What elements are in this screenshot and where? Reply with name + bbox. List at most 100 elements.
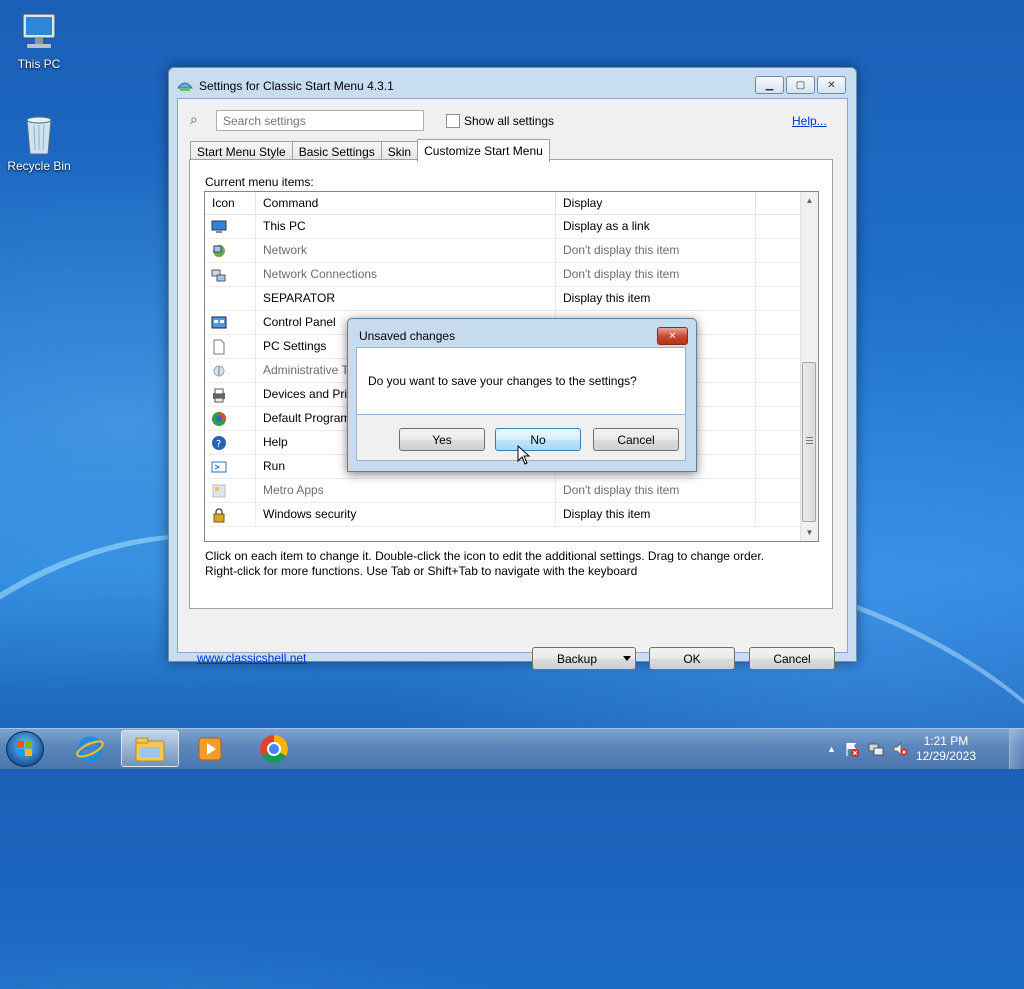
list-item-icon-cell[interactable] (205, 215, 256, 238)
windows-logo-icon (17, 741, 32, 756)
dialog-close-button[interactable]: ✕ (657, 327, 688, 345)
ok-button[interactable]: OK (649, 647, 735, 670)
list-item-command[interactable]: Network Connections (256, 263, 556, 286)
tab-customize-start-menu[interactable]: Customize Start Menu (417, 139, 550, 162)
network-icon (213, 244, 225, 257)
list-item-command[interactable]: This PC (256, 215, 556, 238)
list-item-icon-cell[interactable] (205, 383, 256, 406)
minimize-button[interactable]: ▁ (755, 76, 784, 94)
list-item[interactable]: Network Don't display this item (205, 239, 801, 263)
list-item-blank (756, 479, 801, 502)
column-header-display[interactable]: Display (556, 192, 756, 214)
list-item[interactable]: This PC Display as a link (205, 215, 801, 239)
checkbox-box[interactable] (446, 114, 460, 128)
desktop-icon-label: This PC (17, 57, 61, 71)
scrollbar-thumb[interactable] (802, 362, 816, 522)
show-all-settings-checkbox[interactable]: Show all settings (446, 114, 554, 128)
backup-button[interactable]: Backup (532, 647, 636, 670)
search-input[interactable] (216, 110, 424, 131)
list-item-display[interactable]: Don't display this item (556, 239, 756, 262)
scroll-down-arrow-icon[interactable]: ▼ (801, 524, 818, 541)
yes-button[interactable]: Yes (399, 428, 485, 451)
help-link[interactable]: Help... (792, 114, 827, 128)
show-all-settings-label: Show all settings (464, 114, 555, 128)
lock-icon (213, 508, 225, 523)
action-center-icon[interactable] (844, 741, 860, 757)
show-hidden-icons-button[interactable]: ▲ (827, 744, 836, 754)
dialog-message: Do you want to save your changes to the … (368, 374, 637, 388)
dialog-body: Do you want to save your changes to the … (356, 347, 686, 415)
dialog-cancel-button[interactable]: Cancel (593, 428, 679, 451)
list-item-display[interactable]: Don't display this item (556, 479, 756, 502)
network-tray-icon[interactable] (868, 741, 884, 757)
network-connections-icon (211, 269, 226, 282)
media-player-icon (198, 737, 222, 760)
caption-buttons: ▁ ▢ ✕ (755, 76, 846, 94)
classicshell-website-link[interactable]: www.classicshell.net (197, 651, 306, 665)
tab-skin[interactable]: Skin (380, 141, 419, 161)
list-item-blank (756, 335, 801, 358)
window-titlebar[interactable]: Settings for Classic Start Menu 4.3.1 (177, 77, 394, 95)
list-item-icon-cell[interactable] (205, 335, 256, 358)
list-item-blank (756, 407, 801, 430)
list-item-icon-cell[interactable] (205, 359, 256, 382)
list-item-display[interactable]: Display as a link (556, 215, 756, 238)
list-item-icon-cell[interactable] (205, 311, 256, 334)
start-button[interactable] (6, 731, 44, 767)
tab-bar: Start Menu Style Basic Settings Skin Cus… (190, 138, 550, 162)
list-item-command[interactable]: Windows security (256, 503, 556, 526)
tab-basic-settings[interactable]: Basic Settings (291, 141, 382, 161)
default-programs-icon (212, 411, 226, 426)
list-item-icon-cell[interactable] (205, 239, 256, 262)
clock[interactable]: 1:21 PM 12/29/2023 (916, 734, 976, 764)
list-item-command[interactable]: SEPARATOR (256, 287, 556, 310)
computer-icon (22, 13, 56, 48)
list-item[interactable]: Network Connections Don't display this it… (205, 263, 801, 287)
list-item-icon-cell[interactable] (205, 287, 256, 310)
show-desktop-button[interactable] (1009, 729, 1024, 769)
list-item-blank (756, 215, 801, 238)
list-item-display[interactable]: Display this item (556, 503, 756, 526)
column-header-blank (756, 192, 801, 214)
control-panel-icon (211, 316, 227, 329)
list-item[interactable]: Windows security Display this item (205, 503, 801, 527)
admin-tools-icon (213, 365, 225, 377)
list-item-icon-cell[interactable]: ? (205, 431, 256, 454)
volume-muted-icon[interactable] (892, 741, 908, 757)
chrome-icon (260, 734, 288, 763)
no-button[interactable]: No (495, 428, 581, 451)
maximize-button[interactable]: ▢ (786, 76, 815, 94)
desktop-icon-recycle-bin[interactable]: Recycle Bin (1, 112, 77, 173)
list-item-icon-cell[interactable] (205, 479, 256, 502)
taskbar: ▲ 1:21 PM 12/29/2023 (0, 728, 1024, 769)
column-header-icon[interactable]: Icon (205, 192, 256, 214)
column-header-command[interactable]: Command (256, 192, 556, 214)
list-item[interactable]: SEPARATOR Display this item (205, 287, 801, 311)
taskbar-internet-explorer[interactable] (61, 730, 119, 767)
recycle-bin-icon (26, 116, 52, 155)
list-item-display[interactable]: Display this item (556, 287, 756, 310)
list-item-icon-cell[interactable] (205, 263, 256, 286)
desktop-icon-this-pc[interactable]: This PC (1, 10, 77, 71)
list-item-icon-cell[interactable] (205, 407, 256, 430)
file-explorer-icon (135, 737, 165, 761)
vertical-scrollbar[interactable]: ▲ ▼ (800, 192, 818, 541)
taskbar-media-player[interactable] (181, 730, 239, 767)
tab-start-menu-style[interactable]: Start Menu Style (190, 141, 293, 161)
scroll-up-arrow-icon[interactable]: ▲ (801, 192, 818, 209)
mouse-cursor-icon (517, 445, 531, 465)
list-item-display[interactable]: Don't display this item (556, 263, 756, 286)
list-item-icon-cell[interactable] (205, 503, 256, 526)
cancel-button[interactable]: Cancel (749, 647, 835, 670)
list-item-blank (756, 263, 801, 286)
list-item-blank (756, 431, 801, 454)
computer-icon (211, 220, 227, 233)
close-window-button[interactable]: ✕ (817, 76, 846, 94)
list-item-command[interactable]: Network (256, 239, 556, 262)
list-item-command[interactable]: Metro Apps (256, 479, 556, 502)
list-item[interactable]: Metro Apps Don't display this item (205, 479, 801, 503)
taskbar-chrome[interactable] (245, 730, 303, 767)
taskbar-file-explorer[interactable] (121, 730, 179, 767)
list-item-icon-cell[interactable] (205, 455, 256, 478)
classic-shell-icon (177, 82, 193, 91)
